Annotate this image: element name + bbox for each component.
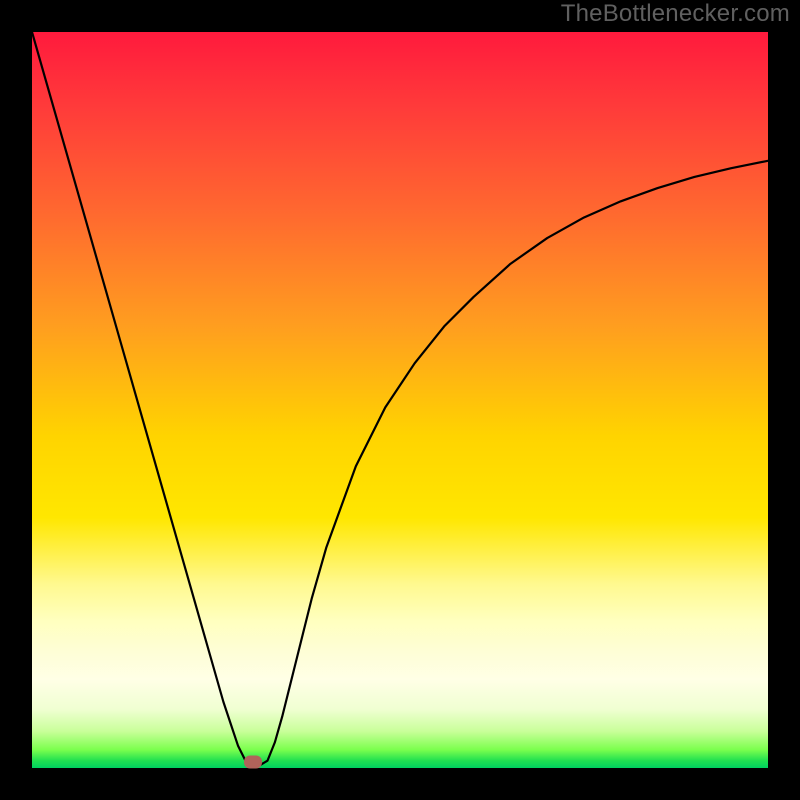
bottleneck-curve [32, 32, 768, 768]
plot-area [32, 32, 768, 768]
watermark-text: TheBottlenecker.com [561, 0, 790, 28]
optimal-point-marker [244, 756, 262, 769]
chart-frame: TheBottlenecker.com [0, 0, 800, 800]
